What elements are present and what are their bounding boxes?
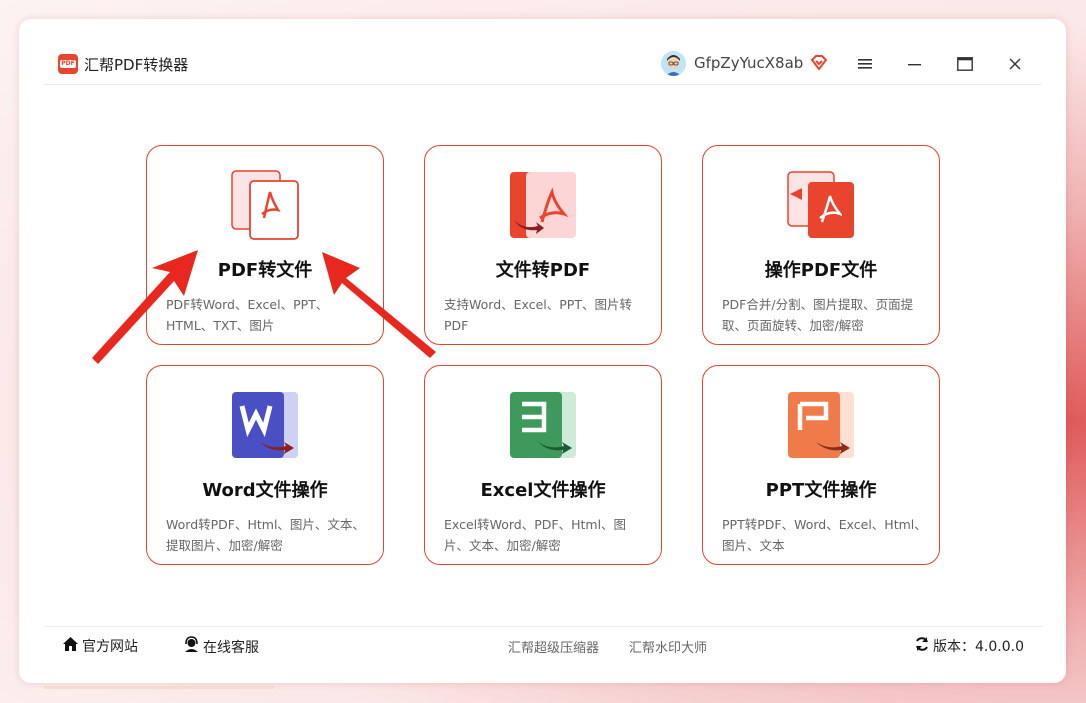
left-arrow-icon — [92, 250, 198, 364]
right-arrow-icon — [322, 252, 436, 358]
annotation-arrows — [92, 250, 436, 364]
